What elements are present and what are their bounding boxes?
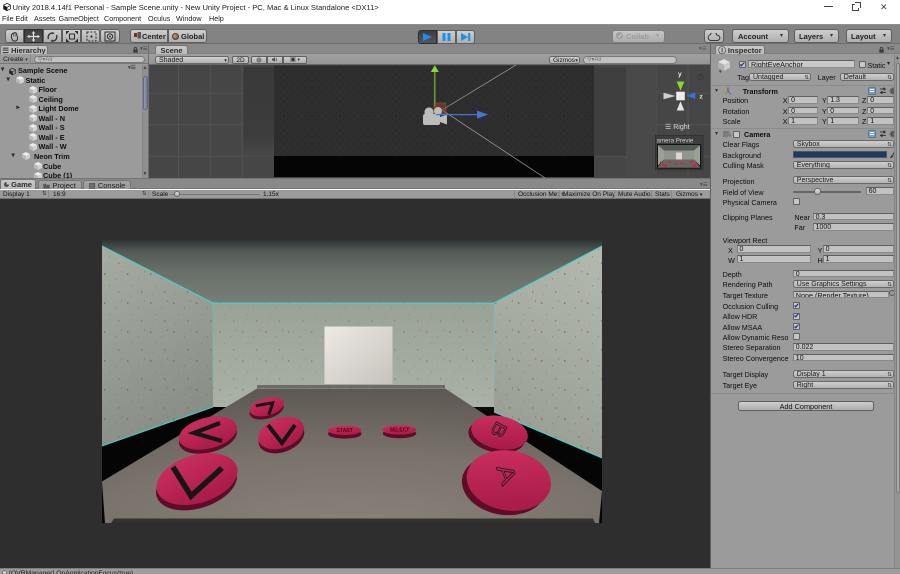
svg-text:START: START [337, 428, 353, 434]
svg-text:SELECT: SELECT [390, 428, 410, 434]
svg-text:y: y [678, 71, 682, 78]
svg-text:amera Previe: amera Previe [657, 137, 694, 144]
svg-text:☰ Right: ☰ Right [665, 124, 690, 131]
